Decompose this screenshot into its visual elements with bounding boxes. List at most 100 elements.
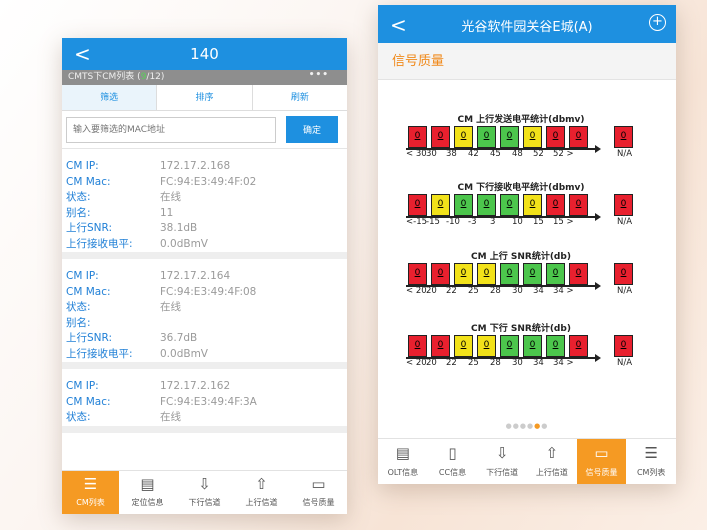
bucket-cell[interactable]: 0 [408, 126, 427, 148]
bucket-cell[interactable]: 0 [569, 126, 588, 148]
nav-cm-list[interactable]: ☰ CM列表 [626, 439, 676, 484]
tick-label: 34 [533, 286, 544, 296]
page-dot[interactable]: ● [541, 422, 548, 430]
bucket-cell[interactable]: 0 [408, 263, 427, 285]
bucket-cell[interactable]: 0 [408, 335, 427, 357]
tick-labels: < 30 30 38 42 45 48 52 52 > N/A [406, 149, 646, 161]
signal-chart: CM 上行发送电平统计(dbmv) 0 0 0 0 0 0 0 0 0 < 30 30 38 42 45 48… [406, 112, 646, 161]
nav-upstream[interactable]: ⇧ 上行信道 [233, 471, 290, 514]
field-row-rx: 上行接收电平: 0.0dBmV [66, 347, 339, 363]
tick-labels: < 20 20 22 25 28 30 34 34 > N/A [406, 358, 646, 370]
cm-card[interactable]: CM IP: 172.17.2.162 CM Mac: FC:94:E3:49:4F:… [62, 369, 347, 433]
subtitle-prefix: CMTS下CM列表 ( [68, 72, 141, 82]
nav-downstream[interactable]: ⇩ 下行信道 [477, 439, 527, 484]
chart-cells: 000000000 [406, 263, 646, 290]
bucket-cell[interactable]: 0 [569, 263, 588, 285]
bucket-cell[interactable]: 0 [477, 263, 496, 285]
tick-label: 34 > [553, 358, 574, 368]
more-menu-button[interactable]: ••• [309, 68, 329, 83]
bucket-cell[interactable]: 0 [546, 335, 565, 357]
field-label: 上行接收电平: [66, 347, 133, 360]
bucket-cell[interactable]: 0 [454, 126, 473, 148]
nav-cc-info[interactable]: ▯ CC信息 [428, 439, 478, 484]
bucket-cell-na[interactable]: 0 [614, 194, 633, 216]
nav-downstream[interactable]: ⇩ 下行信道 [176, 471, 233, 514]
bucket-cell-na[interactable]: 0 [614, 126, 633, 148]
nav-olt-info[interactable]: ▤ OLT信息 [378, 439, 428, 484]
tick-label: 28 [490, 286, 501, 296]
bucket-cell[interactable]: 0 [523, 335, 542, 357]
tab-sort[interactable]: 排序 [157, 85, 253, 110]
nav-location[interactable]: ▤ 定位信息 [119, 471, 176, 514]
bucket-cell[interactable]: 0 [500, 335, 519, 357]
bucket-cell[interactable]: 0 [500, 263, 519, 285]
tick-label: 22 [446, 286, 457, 296]
nav-signal-quality[interactable]: ▭ 信号质量 [290, 471, 347, 514]
field-value: FC:94:E3:49:4F:3A [160, 395, 257, 408]
chart-cells: 000000000 [406, 335, 646, 362]
page-indicator: ●●●●●● [378, 422, 676, 430]
tick-label: N/A [617, 217, 633, 227]
bucket-cell[interactable]: 0 [431, 194, 450, 216]
cm-card[interactable]: CM IP: 172.17.2.168 CM Mac: FC:94:E3:49:4F:… [62, 149, 347, 259]
filter-bar: 确定 [62, 111, 347, 149]
page-dot[interactable]: ● [520, 422, 527, 430]
field-row-status: 状态: 在线 [66, 190, 339, 206]
tick-label: -15 [426, 217, 440, 227]
bucket-cell[interactable]: 0 [546, 263, 565, 285]
signal-quality-screen: < 光谷软件园关谷E城(A) + 信号质量 CM 上行发送电平统计(dbmv) 0… [378, 5, 676, 484]
monitor-icon: ▭ [594, 444, 609, 462]
nav-signal-quality[interactable]: ▭ 信号质量 [576, 439, 627, 484]
bucket-cell[interactable]: 0 [569, 194, 588, 216]
field-value: 0.0dBmV [160, 347, 208, 360]
chart-title: CM 下行接收电平统计(dbmv) [457, 183, 585, 193]
bucket-cell[interactable]: 0 [523, 126, 542, 148]
nav-upstream[interactable]: ⇧ 上行信道 [527, 439, 577, 484]
bucket-cell[interactable]: 0 [546, 194, 565, 216]
tick-labels: < 20 20 22 25 28 30 34 34 > N/A [406, 286, 646, 298]
bucket-cell[interactable]: 0 [454, 263, 473, 285]
bucket-cell[interactable]: 0 [477, 126, 496, 148]
bucket-cell[interactable]: 0 [431, 126, 450, 148]
bucket-cell[interactable]: 0 [477, 335, 496, 357]
field-row-ip: CM IP: 172.17.2.164 [66, 269, 339, 285]
tab-refresh[interactable]: 刷新 [253, 85, 347, 110]
field-label: 别名: [66, 316, 91, 329]
bucket-cell[interactable]: 0 [500, 126, 519, 148]
cm-card[interactable]: CM IP: 172.17.2.164 CM Mac: FC:94:E3:49:4F:… [62, 259, 347, 369]
field-label: 上行SNR: [66, 222, 113, 234]
tick-label: 22 [446, 358, 457, 368]
add-button[interactable]: + [649, 14, 666, 31]
bucket-cell[interactable]: 0 [454, 335, 473, 357]
tick-label: 10 [512, 217, 523, 227]
tick-label: 52 > [553, 149, 574, 159]
nav-label: 下行信道 [486, 468, 519, 477]
bucket-cell[interactable]: 0 [454, 194, 473, 216]
bucket-cell[interactable]: 0 [431, 335, 450, 357]
bucket-cell[interactable]: 0 [408, 194, 427, 216]
mac-filter-input[interactable] [66, 117, 276, 143]
field-value: FC:94:E3:49:4F:02 [160, 175, 257, 188]
field-value: 在线 [160, 411, 181, 423]
field-row-mac: CM Mac: FC:94:E3:49:4F:02 [66, 175, 339, 191]
bucket-cell[interactable]: 0 [523, 194, 542, 216]
field-label: 别名: [66, 206, 91, 219]
nav-cm-list[interactable]: ☰ CM列表 [62, 471, 119, 514]
bucket-cell[interactable]: 0 [546, 126, 565, 148]
sort-down-icon: ⇩ [198, 475, 211, 493]
bucket-cell-na[interactable]: 0 [614, 335, 633, 357]
page-dot[interactable]: ● [513, 422, 520, 430]
bucket-cell[interactable]: 0 [431, 263, 450, 285]
bucket-cell[interactable]: 0 [523, 263, 542, 285]
tick-label: 15 [533, 217, 544, 227]
page-dot[interactable]: ● [506, 422, 513, 430]
bucket-cell[interactable]: 0 [477, 194, 496, 216]
bucket-cell-na[interactable]: 0 [614, 263, 633, 285]
top-bar: < 140 [62, 38, 347, 70]
bucket-cell[interactable]: 0 [569, 335, 588, 357]
bucket-cell[interactable]: 0 [500, 194, 519, 216]
tab-filter[interactable]: 筛选 [62, 85, 158, 110]
field-value: 在线 [160, 191, 181, 203]
confirm-button[interactable]: 确定 [286, 116, 338, 143]
cm-card-list: CM IP: 172.17.2.168 CM Mac: FC:94:E3:49:4F:… [62, 149, 347, 433]
